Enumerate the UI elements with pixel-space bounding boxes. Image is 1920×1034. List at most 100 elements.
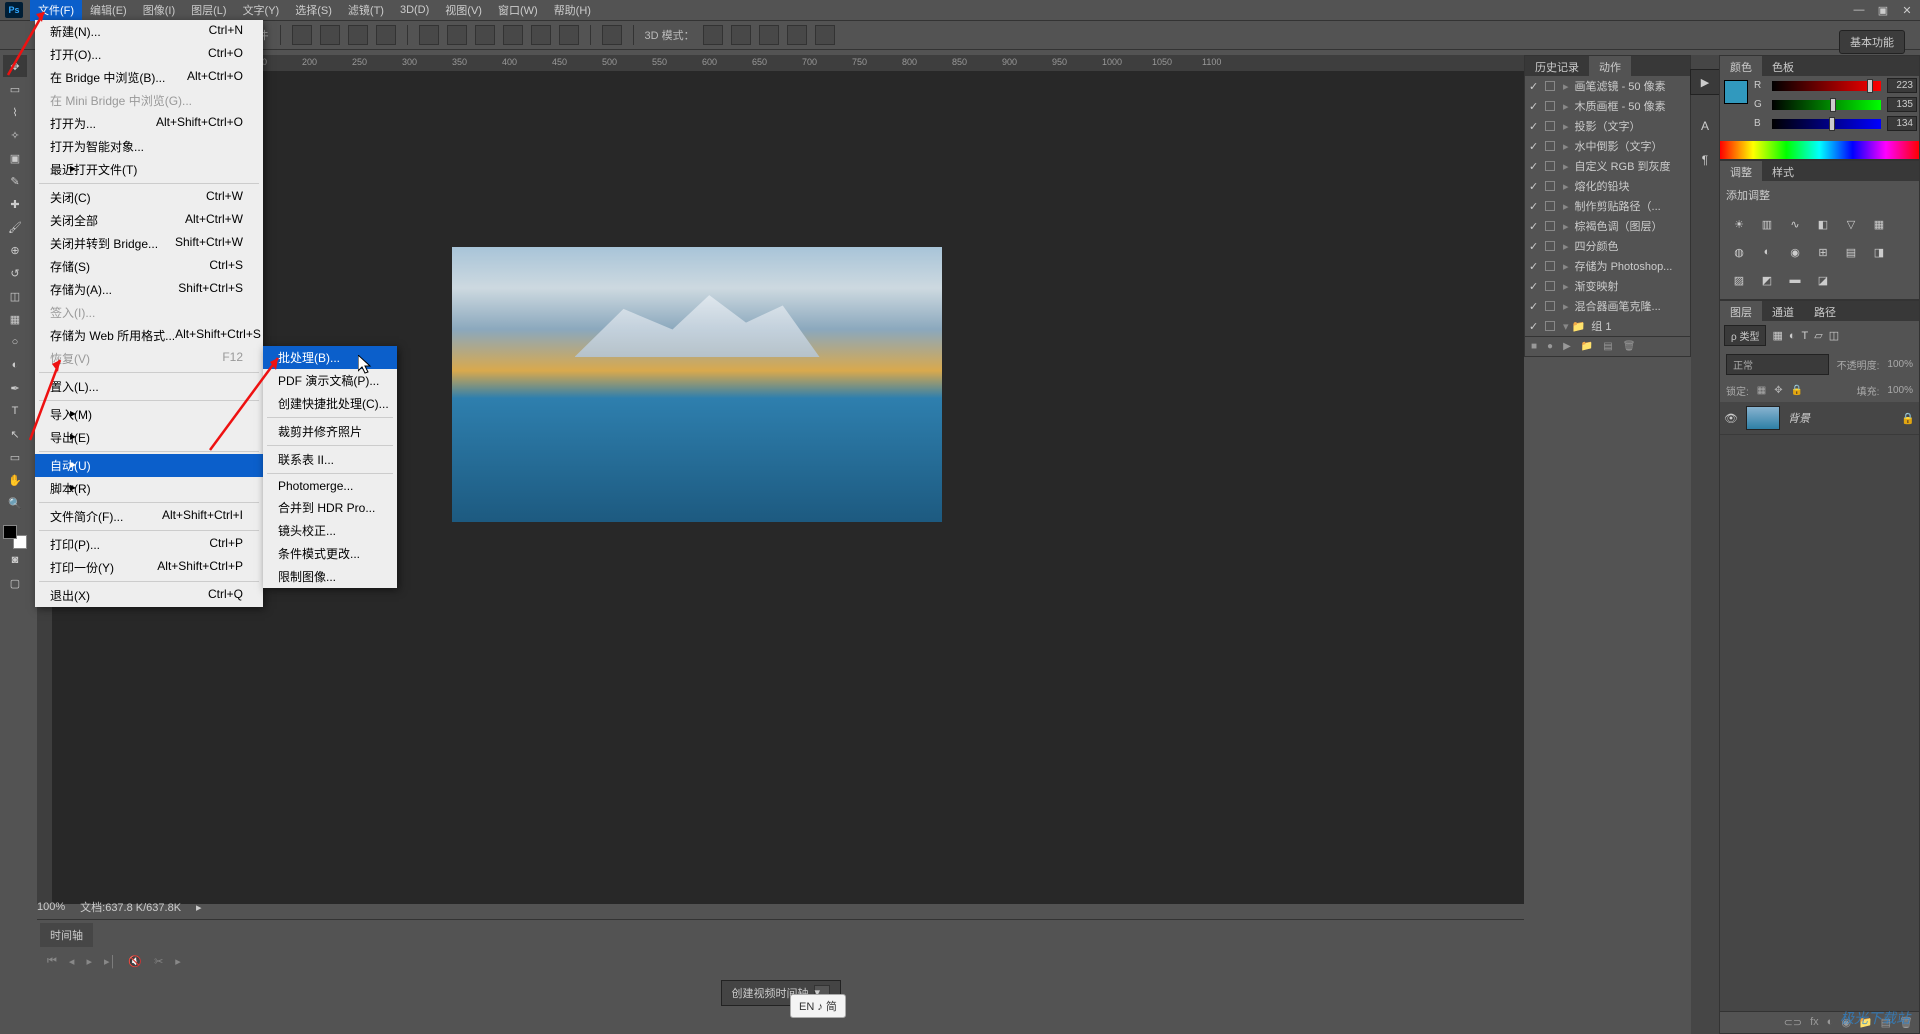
g-value[interactable]: 135 — [1887, 97, 1917, 112]
automate-menu-item[interactable]: Photomerge... — [263, 476, 397, 496]
file-menu-item[interactable]: 在 Bridge 中浏览(B)...Alt+Ctrl+O — [35, 66, 263, 89]
styles-tab[interactable]: 样式 — [1762, 161, 1804, 181]
automate-menu-item[interactable]: 条件模式更改... — [263, 542, 397, 565]
play-icon[interactable]: ▶ — [1563, 341, 1571, 352]
action-item[interactable]: ✓▸制作剪贴路径（... — [1525, 196, 1690, 216]
filter-pixel-icon[interactable]: ▦ — [1772, 329, 1782, 342]
prev-frame-icon[interactable]: ◂ — [69, 955, 75, 968]
file-menu-item[interactable]: 自动(U)▸ — [35, 454, 263, 477]
filter-shape-icon[interactable]: ▱ — [1814, 329, 1822, 342]
menu-select[interactable]: 选择(S) — [287, 0, 340, 21]
vibrance-icon[interactable]: ▽ — [1842, 215, 1860, 233]
action-item[interactable]: ✓▸水中倒影（文字） — [1525, 136, 1690, 156]
marquee-tool[interactable]: ▭ — [3, 78, 27, 100]
file-menu-item[interactable]: 打开(O)...Ctrl+O — [35, 43, 263, 66]
align-icon[interactable] — [348, 25, 368, 45]
filter-adjust-icon[interactable]: ◐ — [1789, 330, 1796, 342]
menu-window[interactable]: 窗口(W) — [490, 0, 546, 21]
new-action-icon[interactable]: ▤ — [1603, 341, 1612, 352]
trash-icon[interactable]: 🗑 — [1623, 341, 1636, 352]
file-menu-item[interactable]: 存储为 Web 所用格式...Alt+Shift+Ctrl+S — [35, 324, 263, 347]
actions-tab[interactable]: 动作 — [1589, 56, 1631, 76]
menu-3d[interactable]: 3D(D) — [392, 1, 437, 19]
action-item[interactable]: ✓▸木质画框 - 50 像素 — [1525, 96, 1690, 116]
pen-tool[interactable]: ✒ — [3, 377, 27, 399]
play-action-button[interactable]: ▶ — [1690, 69, 1720, 95]
automate-menu-item[interactable]: 创建快捷批处理(C)... — [263, 392, 397, 415]
bw-icon[interactable]: ◐ — [1758, 243, 1776, 261]
3d-icon[interactable] — [815, 25, 835, 45]
mask-icon[interactable]: ◐ — [1827, 1016, 1834, 1029]
file-menu-item[interactable]: 关闭(C)Ctrl+W — [35, 186, 263, 209]
distribute-icon[interactable] — [503, 25, 523, 45]
automate-menu-item[interactable]: 批处理(B)... — [263, 346, 397, 369]
menu-help[interactable]: 帮助(H) — [546, 0, 599, 21]
menu-view[interactable]: 视图(V) — [437, 0, 490, 21]
foreground-color[interactable] — [3, 525, 17, 539]
menu-type[interactable]: 文字(Y) — [235, 0, 288, 21]
posterize-icon[interactable]: ▨ — [1730, 271, 1748, 289]
zoom-tool[interactable]: 🔍 — [3, 492, 27, 514]
color-tab[interactable]: 颜色 — [1720, 56, 1762, 76]
play-icon[interactable]: ▸ — [86, 955, 92, 968]
audio-icon[interactable]: 🔇 — [128, 955, 142, 968]
distribute-icon[interactable] — [447, 25, 467, 45]
opacity-value[interactable]: 100% — [1887, 359, 1913, 370]
magic-wand-tool[interactable]: ✧ — [3, 124, 27, 146]
automate-menu-item[interactable]: PDF 演示文稿(P)... — [263, 369, 397, 392]
automate-menu-item[interactable]: 裁剪并修齐照片 — [263, 420, 397, 443]
selective-color-icon[interactable]: ◪ — [1814, 271, 1832, 289]
invert-icon[interactable]: ◨ — [1870, 243, 1888, 261]
color-spectrum[interactable] — [1720, 141, 1919, 159]
action-item[interactable]: ✓▸存储为 Photoshop... — [1525, 256, 1690, 276]
distribute-icon[interactable] — [419, 25, 439, 45]
clone-stamp-tool[interactable]: ⊕ — [3, 239, 27, 261]
exposure-icon[interactable]: ◧ — [1814, 215, 1832, 233]
link-icon[interactable]: ⊂⊃ — [1784, 1016, 1802, 1029]
3d-icon[interactable] — [731, 25, 751, 45]
file-menu-item[interactable]: 关闭并转到 Bridge...Shift+Ctrl+W — [35, 232, 263, 255]
file-menu-item[interactable]: 打印一份(Y)Alt+Shift+Ctrl+P — [35, 556, 263, 579]
b-slider[interactable] — [1772, 119, 1881, 129]
distribute-icon[interactable] — [559, 25, 579, 45]
file-menu-item[interactable]: 打开为...Alt+Shift+Ctrl+O — [35, 112, 263, 135]
file-menu-item[interactable]: 退出(X)Ctrl+Q — [35, 584, 263, 607]
quick-mask-tool[interactable]: ◙ — [3, 549, 27, 571]
distribute-icon[interactable] — [475, 25, 495, 45]
file-menu-item[interactable]: 关闭全部Alt+Ctrl+W — [35, 209, 263, 232]
history-tab[interactable]: 历史记录 — [1525, 56, 1589, 76]
file-menu-item[interactable]: 最近打开文件(T)▸ — [35, 158, 263, 181]
crop-tool[interactable]: ▣ — [3, 147, 27, 169]
color-swatches[interactable] — [3, 525, 27, 549]
arrange-icon[interactable] — [602, 25, 622, 45]
zoom-level[interactable]: 100% — [37, 901, 65, 913]
file-menu-item[interactable]: 新建(N)...Ctrl+N — [35, 20, 263, 43]
menu-image[interactable]: 图像(I) — [135, 0, 183, 21]
new-folder-icon[interactable]: 📁 — [1581, 341, 1593, 352]
file-menu-item[interactable]: 恢复(V)F12 — [35, 347, 263, 370]
3d-icon[interactable] — [703, 25, 723, 45]
g-slider[interactable] — [1772, 100, 1881, 110]
automate-menu-item[interactable]: 限制图像... — [263, 565, 397, 588]
close-button[interactable]: ✕ — [1899, 2, 1915, 18]
minimize-button[interactable]: — — [1851, 2, 1867, 18]
healing-brush-tool[interactable]: ✚ — [3, 193, 27, 215]
action-item[interactable]: ✓▸画笔滤镜 - 50 像素 — [1525, 76, 1690, 96]
swatches-tab[interactable]: 色板 — [1762, 56, 1804, 76]
ime-indicator[interactable]: EN ♪ 简 — [790, 994, 846, 1018]
lock-position-icon[interactable]: ✥ — [1774, 385, 1782, 396]
paths-tab[interactable]: 路径 — [1804, 301, 1846, 321]
automate-menu-item[interactable]: 联系表 II... — [263, 448, 397, 471]
path-selection-tool[interactable]: ↖ — [3, 423, 27, 445]
3d-icon[interactable] — [787, 25, 807, 45]
file-menu-item[interactable]: 导出(E)▸ — [35, 426, 263, 449]
align-icon[interactable] — [376, 25, 396, 45]
file-menu-item[interactable]: 脚本(R)▸ — [35, 477, 263, 500]
dodge-tool[interactable]: ◐ — [3, 354, 27, 376]
layer-name[interactable]: 背景 — [1788, 410, 1810, 426]
brush-tool[interactable]: 🖌 — [3, 216, 27, 238]
file-menu-item[interactable]: 打印(P)...Ctrl+P — [35, 533, 263, 556]
layer-thumbnail[interactable] — [1746, 406, 1780, 430]
menu-layer[interactable]: 图层(L) — [183, 0, 234, 21]
menu-edit[interactable]: 编辑(E) — [82, 0, 135, 21]
